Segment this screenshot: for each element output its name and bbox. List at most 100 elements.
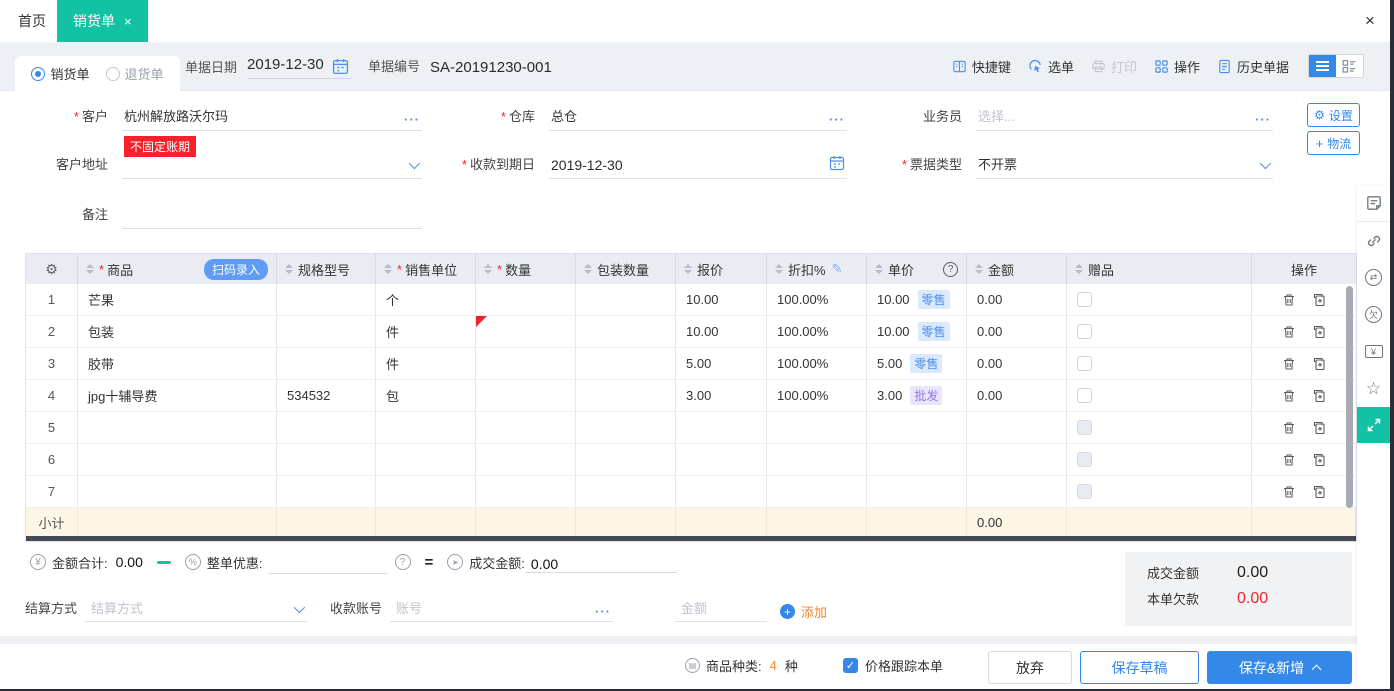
cell-price[interactable]: 5.00零售 bbox=[867, 348, 967, 380]
col-header-price[interactable]: 单价? bbox=[867, 254, 967, 284]
sort-arrows-icon[interactable] bbox=[775, 264, 783, 274]
cell-amount[interactable]: 0.00 bbox=[967, 316, 1067, 348]
copy-row-icon[interactable] bbox=[1312, 453, 1326, 467]
cell-price[interactable]: 10.00零售 bbox=[867, 316, 967, 348]
cell-pack-qty[interactable] bbox=[576, 284, 676, 316]
fullscreen-button[interactable] bbox=[1357, 407, 1390, 443]
delete-row-icon[interactable] bbox=[1282, 325, 1296, 339]
gift-checkbox[interactable] bbox=[1077, 388, 1092, 403]
link-tool[interactable] bbox=[1357, 222, 1390, 259]
cell-price[interactable] bbox=[867, 476, 967, 508]
chevron-down-icon[interactable] bbox=[1260, 158, 1271, 169]
cell-product[interactable] bbox=[78, 412, 277, 444]
cell-spec[interactable] bbox=[277, 412, 376, 444]
copy-row-icon[interactable] bbox=[1312, 293, 1326, 307]
add-payment-button[interactable]: + 添加 bbox=[780, 602, 827, 621]
cell-spec[interactable] bbox=[277, 476, 376, 508]
delete-row-icon[interactable] bbox=[1282, 485, 1296, 499]
cell-quote[interactable] bbox=[676, 476, 767, 508]
cell-discount[interactable]: 100.00% bbox=[767, 380, 867, 412]
cell-discount[interactable] bbox=[767, 412, 867, 444]
tab-close-icon[interactable]: × bbox=[124, 14, 132, 29]
save-and-new-button[interactable]: 保存&新增 bbox=[1207, 651, 1352, 684]
cell-product[interactable]: jpg十辅导费 bbox=[78, 380, 277, 412]
gift-checkbox[interactable] bbox=[1077, 324, 1092, 339]
sort-arrows-icon[interactable] bbox=[975, 264, 983, 274]
pick-order-button[interactable]: 选单 bbox=[1028, 57, 1074, 76]
salesman-input[interactable]: 选择... ··· bbox=[976, 106, 1273, 131]
cell-discount[interactable]: 100.00% bbox=[767, 284, 867, 316]
sort-arrows-icon[interactable] bbox=[86, 264, 94, 274]
cell-unit[interactable]: 件 bbox=[376, 348, 476, 380]
checkbox-checked-icon[interactable]: ✓ bbox=[843, 658, 858, 673]
invoice-type-input[interactable]: 不开票 bbox=[976, 154, 1273, 179]
cell-unit[interactable]: 包 bbox=[376, 380, 476, 412]
remark-input[interactable] bbox=[122, 223, 422, 229]
deal-amount-input[interactable]: 0.00 bbox=[525, 551, 677, 573]
copy-row-icon[interactable] bbox=[1312, 325, 1326, 339]
cell-product[interactable]: 胶带 bbox=[78, 348, 277, 380]
cell-pack-qty[interactable] bbox=[576, 476, 676, 508]
tab-home[interactable]: 首页 bbox=[0, 0, 64, 42]
customer-address-input[interactable] bbox=[122, 161, 422, 179]
order-discount-input[interactable] bbox=[269, 552, 387, 574]
cell-spec[interactable] bbox=[277, 316, 376, 348]
sort-arrows-icon[interactable] bbox=[875, 264, 883, 274]
note-tool[interactable] bbox=[1357, 185, 1390, 222]
sort-arrows-icon[interactable] bbox=[285, 264, 293, 274]
customer-more-icon[interactable]: ··· bbox=[404, 115, 420, 125]
save-draft-button[interactable]: 保存草稿 bbox=[1080, 651, 1199, 684]
sort-arrows-icon[interactable] bbox=[1075, 264, 1083, 274]
price-level-tag[interactable]: 零售 bbox=[918, 290, 950, 309]
cell-amount[interactable]: 0.00 bbox=[967, 380, 1067, 412]
cell-amount[interactable]: 0.00 bbox=[967, 284, 1067, 316]
tab-sales-order[interactable]: 销货单 × bbox=[57, 0, 148, 42]
shortcut-keys-button[interactable]: 快捷键 bbox=[952, 57, 1011, 76]
logistics-button[interactable]: + 物流 bbox=[1307, 131, 1360, 155]
cell-unit[interactable] bbox=[376, 444, 476, 476]
radio-on-icon[interactable] bbox=[31, 67, 45, 81]
delete-row-icon[interactable] bbox=[1282, 453, 1296, 467]
salesman-more-icon[interactable]: ··· bbox=[1255, 115, 1271, 125]
coupon-tool[interactable]: ¥ bbox=[1357, 333, 1390, 370]
receive-account-more-icon[interactable]: ··· bbox=[595, 607, 611, 617]
cell-pack-qty[interactable] bbox=[576, 348, 676, 380]
cell-price[interactable]: 10.00零售 bbox=[867, 284, 967, 316]
cell-discount[interactable]: 100.00% bbox=[767, 348, 867, 380]
chevron-down-icon[interactable] bbox=[409, 158, 420, 169]
warehouse-more-icon[interactable]: ··· bbox=[829, 115, 845, 125]
card-view-toggle[interactable] bbox=[1336, 55, 1363, 77]
cell-discount[interactable] bbox=[767, 444, 867, 476]
col-header-quote[interactable]: 报价 bbox=[676, 254, 767, 284]
delete-row-icon[interactable] bbox=[1282, 389, 1296, 403]
price-level-tag[interactable]: 零售 bbox=[918, 322, 950, 341]
sort-arrows-icon[interactable] bbox=[484, 264, 492, 274]
col-header-qty[interactable]: *数量 bbox=[476, 254, 576, 284]
scan-entry-button[interactable]: 扫码录入 bbox=[204, 259, 268, 280]
col-header-gift[interactable]: 赠品 bbox=[1067, 254, 1252, 284]
debt-tool[interactable]: 欠 bbox=[1357, 296, 1390, 333]
cell-product[interactable] bbox=[78, 476, 277, 508]
cell-unit[interactable]: 件 bbox=[376, 316, 476, 348]
sort-arrows-icon[interactable] bbox=[584, 264, 592, 274]
cell-price[interactable] bbox=[867, 412, 967, 444]
cell-pack-qty[interactable] bbox=[576, 380, 676, 412]
cell-quote[interactable]: 10.00 bbox=[676, 284, 767, 316]
actions-button[interactable]: 操作 bbox=[1154, 57, 1200, 76]
sort-arrows-icon[interactable] bbox=[384, 264, 392, 274]
settle-method-input[interactable]: 结算方式 bbox=[85, 598, 307, 622]
receive-account-input[interactable]: 账号 ··· bbox=[390, 598, 613, 622]
radio-off-icon[interactable] bbox=[106, 67, 120, 81]
cell-discount[interactable]: 100.00% bbox=[767, 316, 867, 348]
cell-price[interactable]: 3.00批发 bbox=[867, 380, 967, 412]
warehouse-input[interactable]: 总仓 ··· bbox=[549, 106, 847, 131]
cell-quote[interactable] bbox=[676, 444, 767, 476]
cell-pack-qty[interactable] bbox=[576, 444, 676, 476]
calendar-icon[interactable] bbox=[829, 155, 845, 171]
col-header-product[interactable]: *商品扫码录入 bbox=[78, 254, 277, 284]
cell-quote[interactable] bbox=[676, 412, 767, 444]
cell-product[interactable]: 芒果 bbox=[78, 284, 277, 316]
radio-sales-order[interactable]: 销货单 bbox=[31, 64, 89, 83]
cancel-button[interactable]: 放弃 bbox=[988, 651, 1072, 684]
col-header-amount[interactable]: 金额 bbox=[967, 254, 1067, 284]
